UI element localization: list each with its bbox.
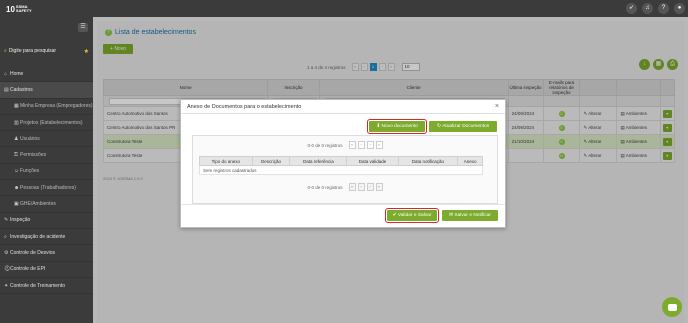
sidebar-item-label: Permissões (20, 152, 47, 159)
sidebar-item-2[interactable]: ▦ Minha Empresa (Empregadores) (0, 99, 93, 115)
next-page-button[interactable]: › (366, 183, 374, 191)
profile-icon[interactable]: ● (674, 3, 685, 14)
chat-icon (667, 303, 677, 311)
sidebar-item-label: Controle de Treinamento (10, 282, 66, 289)
doc-col-4[interactable]: Data notificação (397, 156, 459, 166)
doc-col-5[interactable]: Anexo (457, 156, 483, 166)
save-notify-button[interactable]: ✉ Salvar e Notificar (442, 210, 498, 221)
rocket-icon[interactable]: ➶ (626, 3, 637, 14)
prev-page-button[interactable]: ‹ (357, 183, 365, 191)
sidebar-item-7[interactable]: ☻ Pessoas (Trabalhadores) (0, 180, 93, 197)
last-page-button[interactable]: » (375, 141, 383, 149)
sidebar-item-label: Pessoas (Trabalhadores) (20, 184, 76, 191)
sidebar-item-5[interactable]: ⚿ Permissões (0, 147, 93, 164)
update-documents-button[interactable]: ↻ Atualizar Documentos (429, 121, 497, 132)
menu-toggle-icon[interactable]: ☰ (78, 23, 88, 32)
last-page-button[interactable]: » (375, 183, 383, 191)
brand-logo[interactable]: 10 SSMA SAFETY (0, 0, 93, 18)
sidebar-item-label: Investigação de acidente (10, 233, 66, 240)
sidebar-search[interactable]: ⌕ Digite para pesquisar ★ (0, 46, 93, 56)
sidebar-item-1[interactable]: ▤ Cadastros (0, 82, 93, 99)
doc-col-1[interactable]: Descrição (251, 156, 291, 166)
top-bar: ➶ ♫ ? ● (93, 0, 688, 17)
sidebar-item-label: Inspeção (10, 217, 31, 224)
sidebar: 10 SSMA SAFETY ☰ ⌕ Digite para pesquisar … (0, 0, 93, 323)
doc-col-0[interactable]: Tipo do anexo (199, 156, 253, 166)
help-icon[interactable]: ? (658, 3, 669, 14)
sidebar-item-label: Projetos (Estabelecimentos) (20, 119, 83, 126)
doc-col-2[interactable]: Data referência (289, 156, 348, 166)
chat-button[interactable] (662, 297, 682, 317)
sidebar-item-label: Minha Empresa (Empregadores) (20, 103, 93, 110)
first-page-button[interactable]: « (348, 141, 356, 149)
documents-table: Tipo do anexo Descrição Data referência Dat… (199, 156, 483, 175)
sidebar-item-12[interactable]: ⛑ Controle de EPI (0, 262, 93, 278)
sidebar-item-4[interactable]: ♟ Usuários (0, 131, 93, 148)
search-icon: ⌕ (4, 48, 7, 54)
sidebar-item-label: GHE/Ambientes (20, 201, 56, 208)
sidebar-item-label: Home (10, 70, 24, 77)
documents-pager-top: 0-0 de 0 registros « ‹ › » (193, 141, 497, 149)
close-icon[interactable]: × (495, 103, 499, 110)
sidebar-item-11[interactable]: ⚙ Controle de Desvios (0, 245, 93, 262)
documents-panel: 0-0 de 0 registros « ‹ › » Tipo do anexo… (192, 135, 498, 204)
sidebar-item-label: Usuários (20, 135, 40, 142)
next-page-button[interactable]: › (366, 141, 374, 149)
sidebar-item-9[interactable]: ✎ Inspeção (0, 213, 93, 229)
empty-text: Sem registros cadastrados (199, 165, 483, 175)
prev-page-button[interactable]: ‹ (357, 141, 365, 149)
sidebar-item-label: Controle de Desvios (10, 249, 56, 256)
sidebar-item-0[interactable]: ⌂ Home (0, 66, 93, 83)
first-page-button[interactable]: « (348, 183, 356, 191)
sidebar-item-label: Cadastros (10, 86, 33, 93)
doc-col-3[interactable]: Data validade (346, 156, 399, 166)
attachments-modal: Anexo de Documentos para o estabelecimen… (180, 99, 506, 228)
modal-title: Anexo de Documentos para o estabelecimen… (181, 100, 505, 114)
sidebar-item-3[interactable]: ▥ Projetos (Estabelecimentos) (0, 115, 93, 132)
validate-save-button[interactable]: ✔ Validar e Salvar (385, 208, 439, 223)
star-icon[interactable]: ★ (84, 48, 89, 55)
sidebar-item-10[interactable]: ⌕ Investigação de acidente (0, 229, 93, 246)
sidebar-nav: ⌂ Home ▤ Cadastros ▦ Minha Empresa (Empregado… (0, 66, 93, 295)
documents-pager-bottom: 0-0 de 0 registros « ‹ › » (193, 183, 497, 191)
bell-icon[interactable]: ♫ (642, 3, 653, 14)
modal-footer (181, 204, 505, 205)
new-document-button[interactable]: ⬇ Novo documento (367, 119, 427, 134)
sidebar-item-8[interactable]: ▣ GHE/Ambientes (0, 196, 93, 213)
search-placeholder: Digite para pesquisar (8, 48, 57, 54)
sidebar-item-label: Controle de EPI (10, 266, 46, 273)
sidebar-item-label: Funções (20, 168, 40, 175)
sidebar-item-13[interactable]: ✦ Controle de Treinamento (0, 278, 93, 295)
sidebar-item-6[interactable]: ☺ Funções (0, 164, 93, 181)
